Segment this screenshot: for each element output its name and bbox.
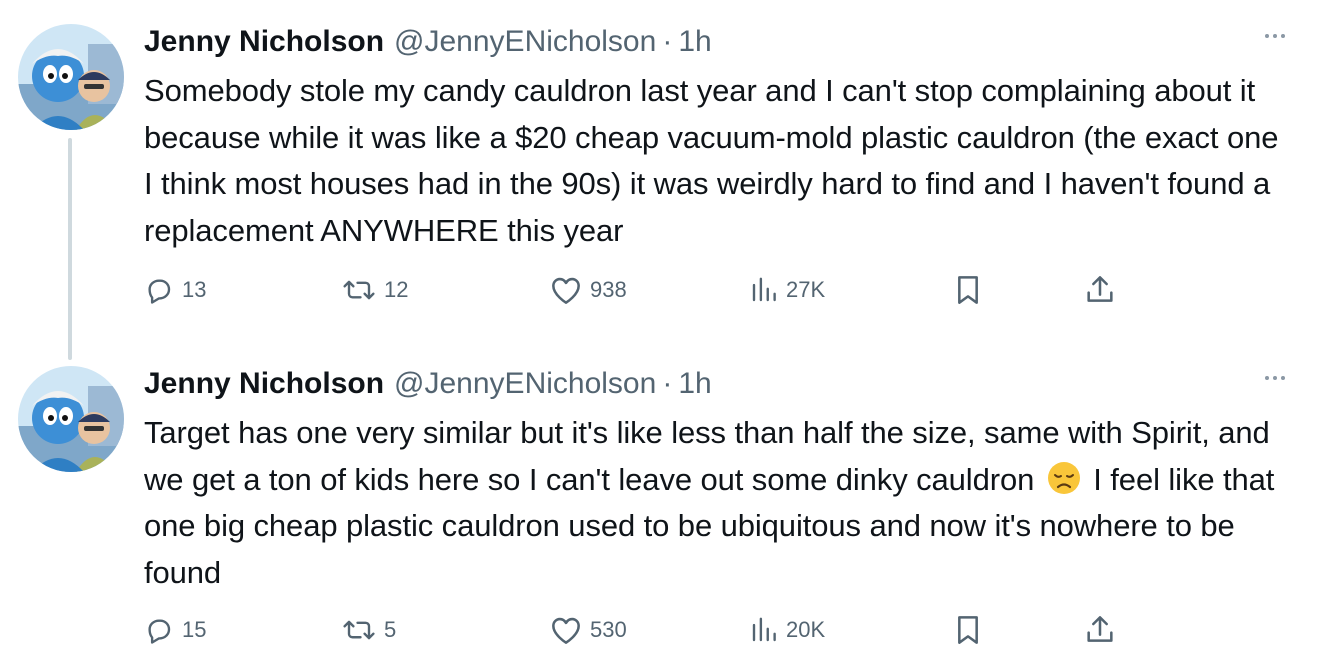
share-button[interactable] [1084,610,1116,650]
tweet[interactable]: Jenny Nicholson @JennyENicholson · 1h So… [0,0,1319,340]
more-dots-icon[interactable] [1265,376,1285,380]
heart-icon [550,275,582,305]
tweet-text: Target has one very similar but it's lik… [144,410,1284,596]
user-handle[interactable]: @JennyENicholson [394,367,656,401]
repost-button[interactable]: 5 [342,610,396,650]
more-dots-icon[interactable] [1265,34,1285,38]
reply-count: 15 [182,617,207,642]
views-button[interactable]: 27K [750,270,825,310]
user-handle[interactable]: @JennyENicholson [394,25,656,59]
share-upload-icon [1084,274,1116,306]
speech-bubble-icon [144,275,174,305]
bar-chart-icon [750,275,778,305]
heart-icon [550,615,582,645]
tweet[interactable]: Jenny Nicholson @JennyENicholson · 1h Ta… [0,342,1319,662]
display-name[interactable]: Jenny Nicholson [144,25,384,59]
bar-chart-icon [750,615,778,645]
tweet-text: Somebody stole my candy cauldron last ye… [144,73,1279,248]
disappointed-face-emoji [1047,461,1081,495]
tweet-actions: 13 12 938 27K [144,270,1124,310]
repost-count: 12 [384,277,409,302]
timestamp[interactable]: 1h [678,25,711,59]
like-count: 530 [590,617,627,642]
reply-button[interactable]: 13 [144,270,206,310]
timestamp[interactable]: 1h [678,367,711,401]
header-separator: · [662,25,673,58]
tweet-header: Jenny Nicholson @JennyENicholson · 1h [144,20,712,64]
display-name[interactable]: Jenny Nicholson [144,367,384,401]
views-count: 27K [786,277,826,302]
reply-button[interactable]: 15 [144,610,206,650]
bookmark-icon [954,614,982,646]
header-separator: · [662,367,673,400]
like-count: 938 [590,277,627,302]
share-upload-icon [1084,614,1116,646]
views-button[interactable]: 20K [750,610,825,650]
like-button[interactable]: 938 [550,270,627,310]
avatar[interactable] [18,366,124,472]
bookmark-button[interactable] [954,270,982,310]
share-button[interactable] [1084,270,1116,310]
speech-bubble-icon [144,615,174,645]
repost-button[interactable]: 12 [342,270,408,310]
bookmark-icon [954,274,982,306]
bookmark-button[interactable] [954,610,982,650]
repost-arrows-icon [342,275,376,305]
repost-arrows-icon [342,615,376,645]
views-count: 20K [786,617,826,642]
tweet-actions: 15 5 530 20K [144,610,1124,650]
tweet-header: Jenny Nicholson @JennyENicholson · 1h [144,362,712,406]
avatar[interactable] [18,24,124,130]
like-button[interactable]: 530 [550,610,627,650]
repost-count: 5 [384,617,397,642]
reply-count: 13 [182,277,207,302]
